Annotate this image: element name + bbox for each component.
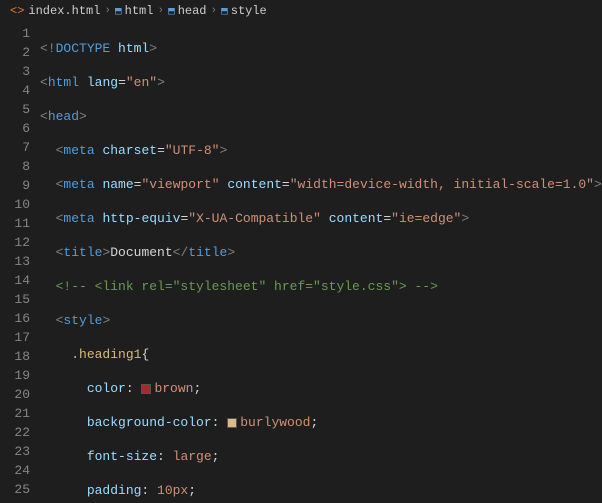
line-number: 19	[0, 366, 30, 385]
code-line: <title>Document</title>	[40, 243, 602, 262]
line-number: 4	[0, 81, 30, 100]
line-number: 23	[0, 442, 30, 461]
breadcrumb-head[interactable]: head	[178, 4, 207, 18]
line-number: 7	[0, 138, 30, 157]
tag-icon: ⬒	[221, 4, 228, 18]
line-number: 3	[0, 62, 30, 81]
code-line: <!-- <link rel="stylesheet" href="style.…	[40, 277, 602, 296]
file-icon: <>	[10, 4, 24, 18]
line-number: 22	[0, 423, 30, 442]
code-line: font-size: large;	[40, 447, 602, 466]
line-number: 5	[0, 100, 30, 119]
line-number: 21	[0, 404, 30, 423]
line-number: 6	[0, 119, 30, 138]
code-line: <meta charset="UTF-8">	[40, 141, 602, 160]
breadcrumb-html[interactable]: html	[125, 4, 154, 18]
code-line: <meta name="viewport" content="width=dev…	[40, 175, 602, 194]
code-line: padding: 10px;	[40, 481, 602, 500]
code-line: color: brown;	[40, 379, 602, 398]
chevron-right-icon: ›	[104, 5, 111, 17]
line-number: 11	[0, 214, 30, 233]
line-number: 18	[0, 347, 30, 366]
code-line: <html lang="en">	[40, 73, 602, 92]
chevron-right-icon: ›	[157, 5, 164, 17]
code-line: <!DOCTYPE html>	[40, 39, 602, 58]
line-number-gutter: 1 2 3 4 5 6 7 8 9 10 11 12 13 14 15 16 1…	[0, 22, 40, 503]
tag-icon: ⬒	[115, 4, 122, 18]
code-line: <head>	[40, 107, 602, 126]
line-number: 13	[0, 252, 30, 271]
line-number: 9	[0, 176, 30, 195]
line-number: 8	[0, 157, 30, 176]
line-number: 12	[0, 233, 30, 252]
color-swatch-icon	[227, 418, 237, 428]
breadcrumb-file[interactable]: index.html	[28, 4, 100, 18]
line-number: 17	[0, 328, 30, 347]
line-number: 16	[0, 309, 30, 328]
color-swatch-icon	[141, 384, 151, 394]
code-line: .heading1{	[40, 345, 602, 364]
breadcrumb[interactable]: <> index.html › ⬒ html › ⬒ head › ⬒ styl…	[0, 0, 602, 22]
line-number: 2	[0, 43, 30, 62]
tag-icon: ⬒	[168, 4, 175, 18]
code-line: <meta http-equiv="X-UA-Compatible" conte…	[40, 209, 602, 228]
line-number: 10	[0, 195, 30, 214]
line-number: 25	[0, 480, 30, 499]
code-line: <style>	[40, 311, 602, 330]
line-number: 15	[0, 290, 30, 309]
code-line: background-color: burlywood;	[40, 413, 602, 432]
line-number: 14	[0, 271, 30, 290]
breadcrumb-style[interactable]: style	[231, 4, 267, 18]
line-number: 1	[0, 24, 30, 43]
line-number: 20	[0, 385, 30, 404]
line-number: 24	[0, 461, 30, 480]
chevron-right-icon: ›	[211, 5, 218, 17]
code-area[interactable]: <!DOCTYPE html> <html lang="en"> <head> …	[40, 22, 602, 503]
code-editor[interactable]: 1 2 3 4 5 6 7 8 9 10 11 12 13 14 15 16 1…	[0, 22, 602, 503]
